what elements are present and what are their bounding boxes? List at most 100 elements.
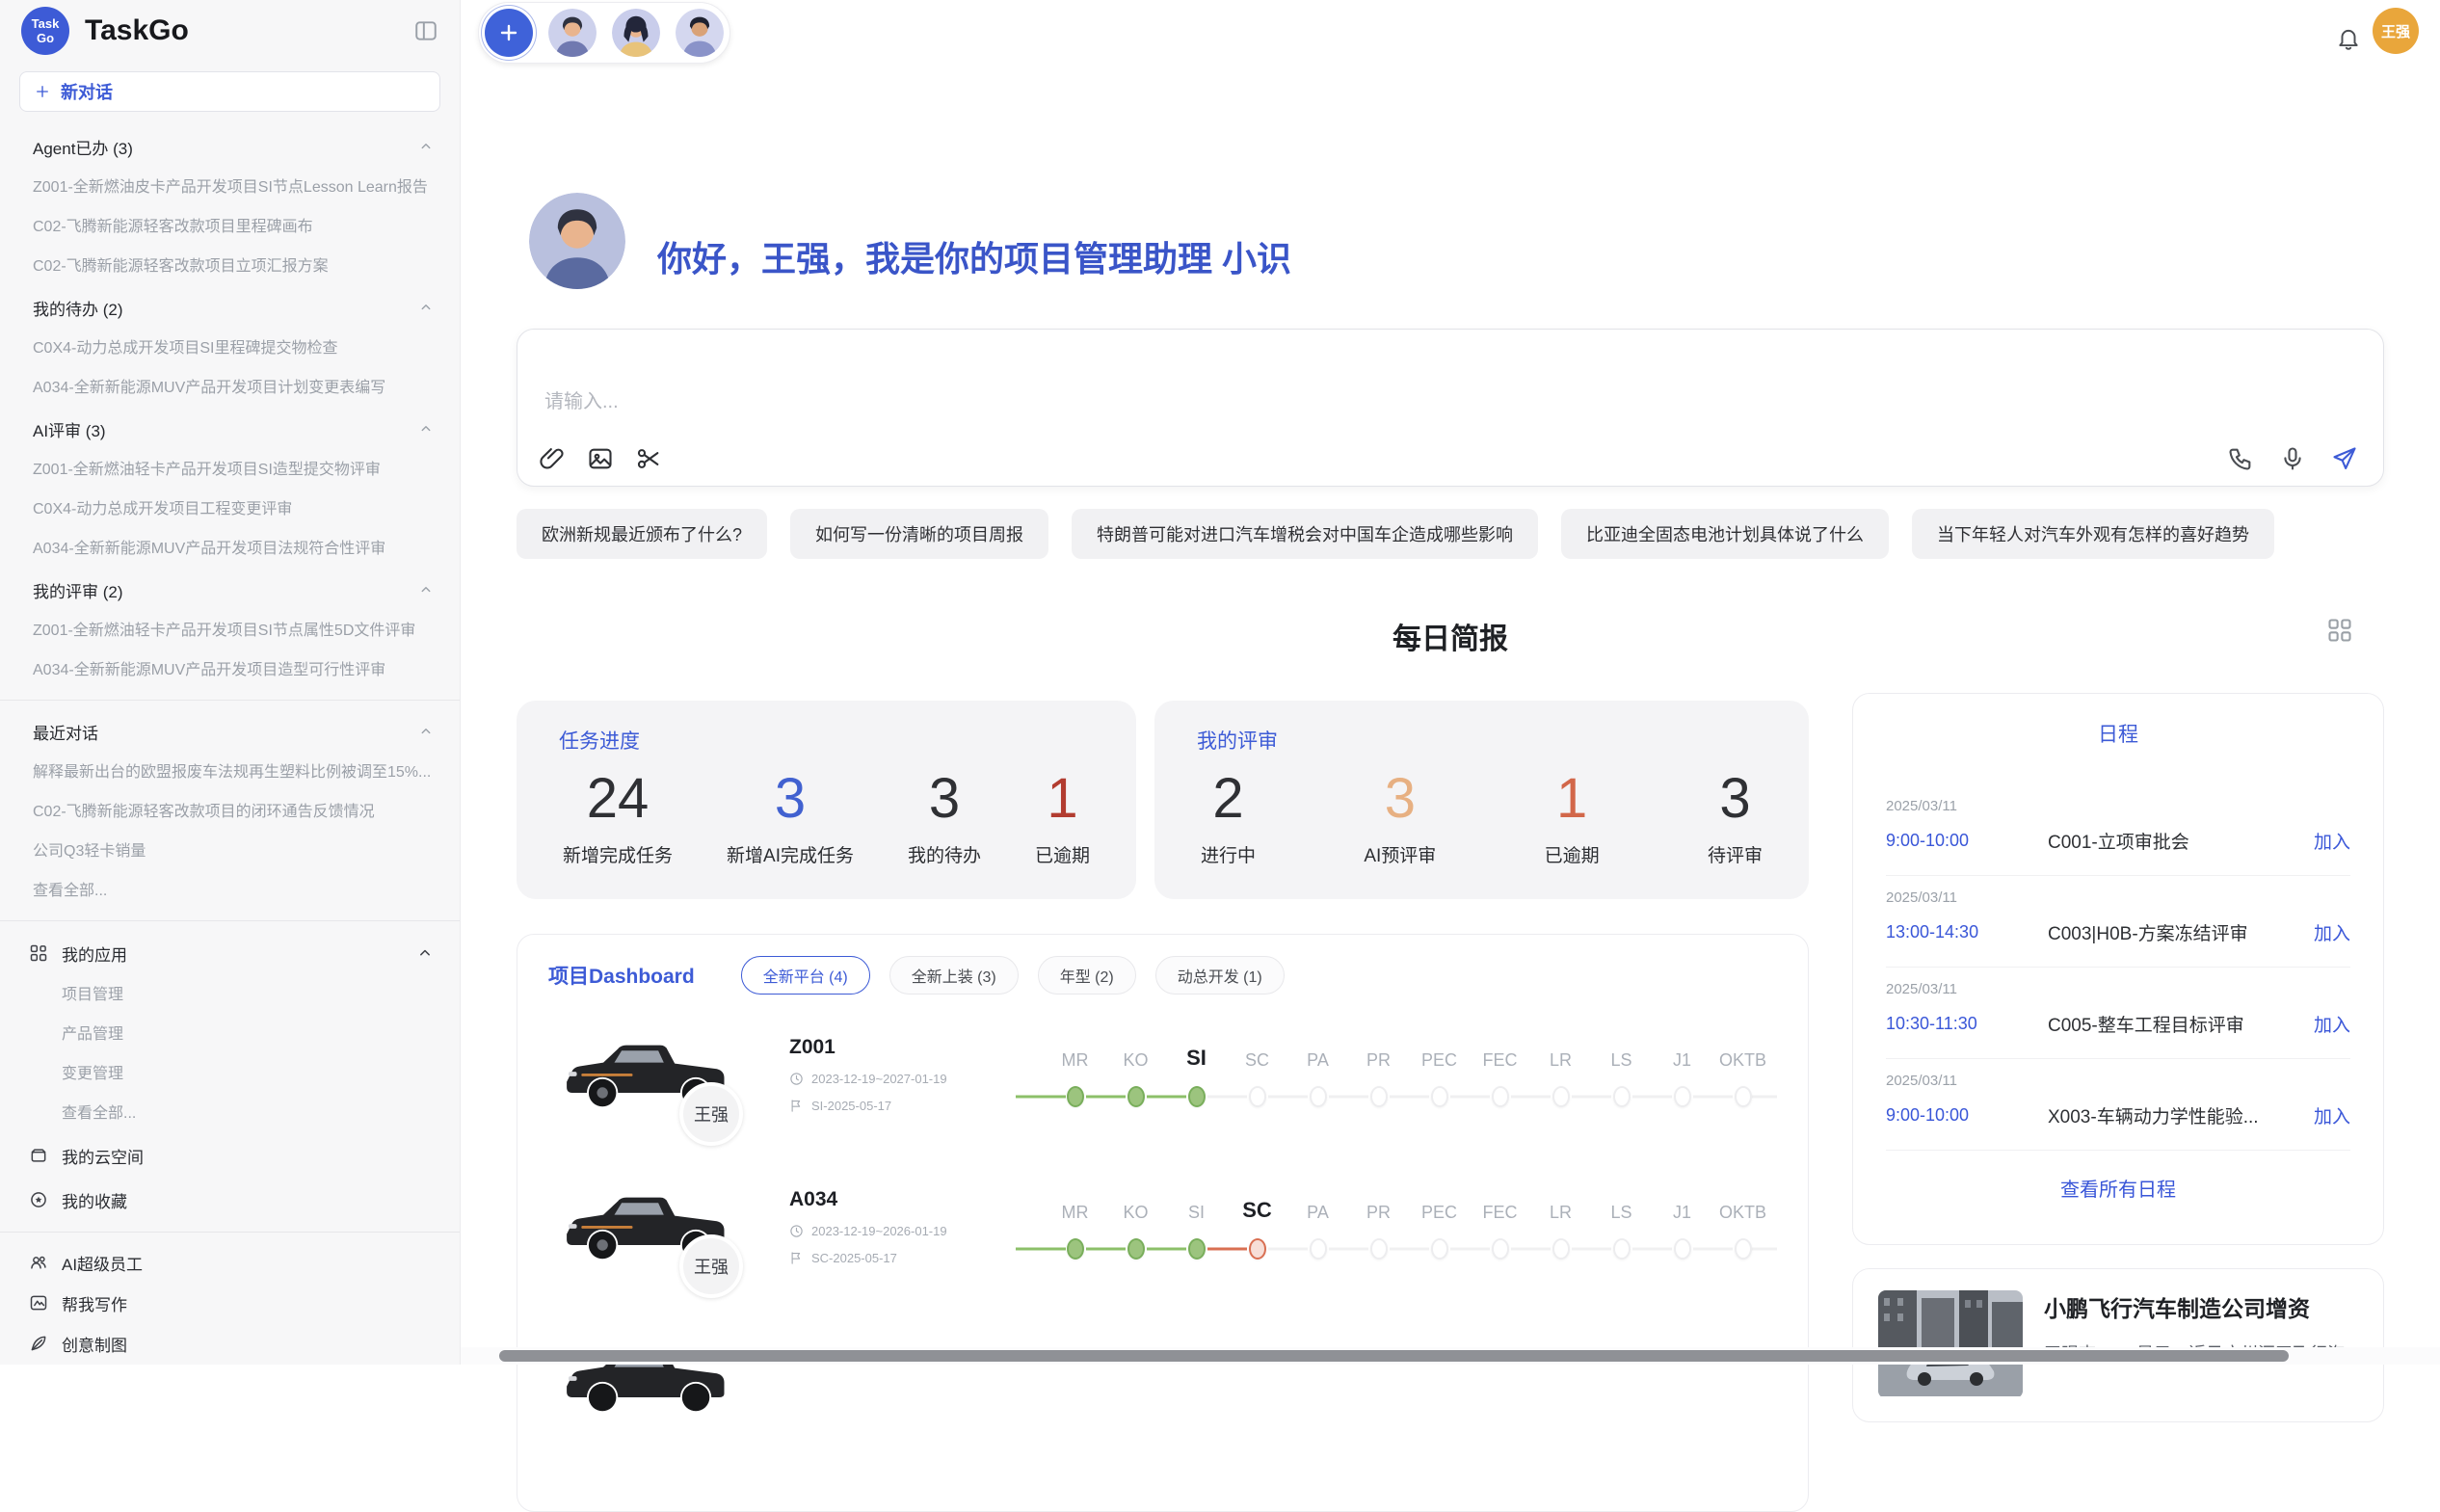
- suggestion-chip[interactable]: 当下年轻人对汽车外观有怎样的喜好趋势: [1912, 509, 2274, 559]
- filter-chip[interactable]: 动总开发 (1): [1155, 956, 1285, 995]
- list-item[interactable]: 解释最新出台的欧盟报废车法规再生塑料比例被调至15%...: [0, 753, 460, 792]
- section-agent-done[interactable]: Agent已办 (3): [0, 125, 460, 168]
- suggestion-chip[interactable]: 欧洲新规最近颁布了什么?: [517, 509, 767, 559]
- stat-ai-done: 3 新增AI完成任务: [727, 768, 854, 867]
- section-my-review[interactable]: 我的评审 (2): [0, 569, 460, 611]
- list-item[interactable]: A034-全新新能源MUV产品开发项目计划变更表编写: [0, 368, 460, 408]
- sidebar-item-my-apps[interactable]: 我的应用: [0, 931, 460, 975]
- milestone-label: KO: [1105, 1192, 1166, 1223]
- app-logo: Task Go: [21, 7, 69, 55]
- milestone-dot: [1613, 1086, 1631, 1107]
- sidebar-item-cloud-space[interactable]: 我的云空间: [0, 1133, 460, 1178]
- chevron-up-icon[interactable]: [417, 723, 435, 740]
- section-label: 我的评审 (2): [33, 578, 123, 602]
- milestone-label: PR: [1348, 1192, 1409, 1223]
- grid-icon: [29, 943, 48, 963]
- suggestion-chip[interactable]: 比亚迪全固态电池计划具体说了什么: [1561, 509, 1889, 559]
- image-icon[interactable]: [587, 445, 614, 472]
- milestone-dot: [1310, 1238, 1327, 1260]
- section-recent-chats[interactable]: 最近对话: [0, 710, 460, 753]
- avatar[interactable]: [548, 9, 597, 57]
- list-item[interactable]: Z001-全新燃油轻卡产品开发项目SI造型提交物评审: [0, 450, 460, 490]
- filter-chip[interactable]: 年型 (2): [1038, 956, 1136, 995]
- sidebar-collapse-icon[interactable]: [413, 18, 438, 43]
- milestone-label: OKTB: [1712, 1040, 1773, 1071]
- list-item[interactable]: C02-飞腾新能源轻客改款项目里程碑画布: [0, 207, 460, 247]
- send-icon[interactable]: [2331, 445, 2358, 472]
- avatar[interactable]: [612, 9, 660, 57]
- project-row[interactable]: 王强 Z001 2023-12-19~2027-01-19 SI-2025-05…: [517, 998, 1808, 1151]
- mic-icon[interactable]: [2279, 445, 2306, 472]
- milestone-dot: [1735, 1238, 1752, 1260]
- view-all-schedule-link[interactable]: 查看所有日程: [1886, 1174, 2350, 1202]
- milestone-label: LS: [1591, 1192, 1652, 1223]
- project-row[interactable]: 王强 A034 2023-12-19~2026-01-19 SC-2025-05…: [517, 1151, 1808, 1303]
- stat-value: 3: [1708, 768, 1763, 830]
- news-card[interactable]: 小鹏飞行汽车制造公司增资 天眼查 App 显示，近日广州汇天飞行汽...: [1852, 1268, 2384, 1422]
- milestone-dot: [1492, 1238, 1509, 1260]
- sidebar-item-label: AI超级员工: [62, 1251, 143, 1275]
- scissors-icon[interactable]: [635, 445, 662, 472]
- stat-value: 1: [1035, 768, 1090, 830]
- notification-bell-icon[interactable]: [2336, 26, 2361, 51]
- milestone-dot: [1188, 1238, 1206, 1260]
- paperclip-icon[interactable]: [539, 445, 566, 472]
- schedule-time: 9:00-10:00: [1886, 831, 2048, 851]
- list-item[interactable]: C02-飞腾新能源轻客改款项目的闭环通告反馈情况: [0, 792, 460, 832]
- list-item[interactable]: Z001-全新燃油皮卡产品开发项目SI节点Lesson Learn报告: [0, 168, 460, 207]
- schedule-event-title: C005-整车工程目标评审: [2048, 1011, 2314, 1037]
- section-ai-review[interactable]: AI评审 (3): [0, 408, 460, 450]
- project-row[interactable]: [517, 1303, 1808, 1455]
- sidebar-item-favorites[interactable]: 我的收藏: [0, 1178, 460, 1222]
- chevron-up-icon[interactable]: [417, 420, 435, 438]
- stat-value: 3: [908, 768, 981, 830]
- greeting-text: 你好，王强，我是你的项目管理助理 小识: [657, 231, 1291, 281]
- sidebar-item-product-mgmt[interactable]: 产品管理: [0, 1015, 460, 1054]
- list-item[interactable]: C02-飞腾新能源轻客改款项目立项汇报方案: [0, 247, 460, 286]
- join-link[interactable]: 加入: [2314, 828, 2350, 854]
- sidebar-item-project-mgmt[interactable]: 项目管理: [0, 975, 460, 1015]
- list-item[interactable]: C0X4-动力总成开发项目工程变更评审: [0, 490, 460, 529]
- chevron-up-icon[interactable]: [417, 581, 435, 598]
- chat-input[interactable]: [517, 330, 2383, 486]
- sidebar-item-change-mgmt[interactable]: 变更管理: [0, 1054, 460, 1094]
- list-item[interactable]: C0X4-动力总成开发项目SI里程碑提交物检查: [0, 329, 460, 368]
- suggestion-chip[interactable]: 如何写一份清晰的项目周报: [790, 509, 1048, 559]
- list-item[interactable]: A034-全新新能源MUV产品开发项目造型可行性评审: [0, 650, 460, 690]
- section-my-todo[interactable]: 我的待办 (2): [0, 286, 460, 329]
- my-review-card: 我的评审 2 进行中 3 AI预评审 1 已逾期 3 待评审: [1154, 701, 1809, 899]
- milestone-dot: [1674, 1238, 1691, 1260]
- suggestion-chip[interactable]: 特朗普可能对进口汽车增税会对中国车企造成哪些影响: [1072, 509, 1538, 559]
- sidebar-item-write-helper[interactable]: 帮我写作: [0, 1283, 460, 1323]
- sidebar-item-label: 我的应用: [62, 942, 127, 966]
- join-link[interactable]: 加入: [2314, 1011, 2350, 1037]
- join-link[interactable]: 加入: [2314, 919, 2350, 945]
- daily-brief-title: 每日简报: [517, 615, 2384, 657]
- schedule-item: 2025/03/11 10:30-11:30 C005-整车工程目标评审 加入: [1886, 968, 2350, 1059]
- scrollbar-thumb[interactable]: [499, 1350, 2289, 1362]
- phone-icon[interactable]: [2227, 445, 2254, 472]
- sidebar-item-ai-staff[interactable]: AI超级员工: [0, 1242, 460, 1283]
- sidebar-header: Task Go TaskGo: [0, 0, 460, 62]
- filter-chip[interactable]: 全新上装 (3): [889, 956, 1019, 995]
- new-chat-button[interactable]: 新对话: [19, 71, 440, 112]
- view-all-link[interactable]: 查看全部...: [0, 871, 460, 911]
- list-item[interactable]: Z001-全新燃油轻卡产品开发项目SI节点属性5D文件评审: [0, 611, 460, 650]
- milestone-dot: [1552, 1238, 1570, 1260]
- view-all-link[interactable]: 查看全部...: [0, 1094, 460, 1133]
- chevron-up-icon[interactable]: [417, 138, 435, 155]
- join-link[interactable]: 加入: [2314, 1102, 2350, 1128]
- sidebar-item-creative-draw[interactable]: 创意制图: [0, 1323, 460, 1364]
- chevron-up-icon[interactable]: [417, 299, 435, 316]
- sidebar-item-label: 帮我写作: [62, 1291, 127, 1315]
- new-session-button[interactable]: [485, 9, 533, 57]
- list-item[interactable]: 公司Q3轻卡销量: [0, 832, 460, 871]
- project-code: Z001: [789, 1036, 1016, 1059]
- avatar[interactable]: [676, 9, 724, 57]
- milestone-dot: [1127, 1238, 1145, 1260]
- list-item[interactable]: A034-全新新能源MUV产品开发项目法规符合性评审: [0, 529, 460, 569]
- filter-chip[interactable]: 全新平台 (4): [741, 956, 870, 995]
- chevron-up-icon[interactable]: [415, 943, 435, 963]
- layout-grid-icon[interactable]: [2326, 617, 2353, 644]
- user-avatar[interactable]: 王强: [2373, 8, 2419, 54]
